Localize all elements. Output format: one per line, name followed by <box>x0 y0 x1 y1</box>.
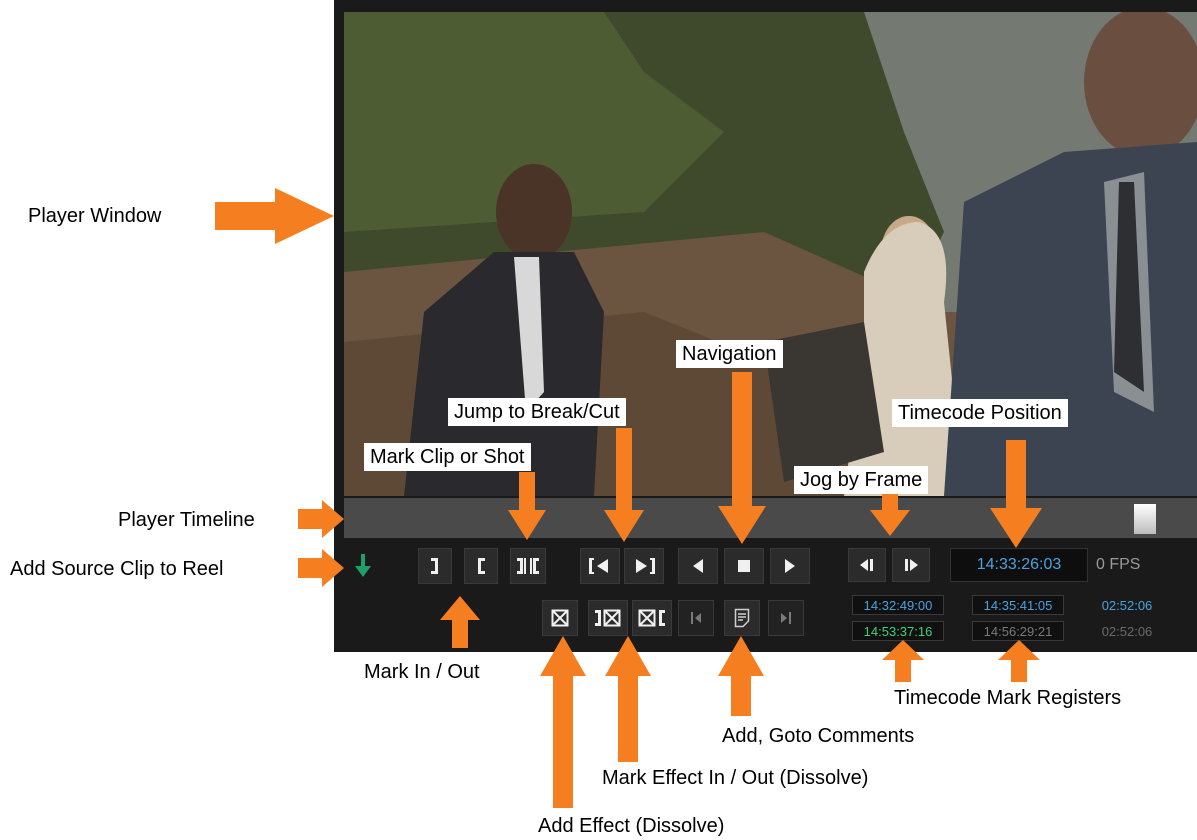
duration-readout-bottom: 02:52:06 <box>1101 623 1153 639</box>
previous-cut-button[interactable] <box>580 548 620 584</box>
timecode-position-display[interactable]: 14:33:26:03 <box>950 548 1088 582</box>
jog-back-button[interactable] <box>848 548 886 582</box>
add-source-clip-button[interactable] <box>348 548 378 584</box>
label-mark-effect-in-out: Mark Effect In / Out (Dissolve) <box>602 767 869 789</box>
play-icon <box>785 559 795 573</box>
player-window-arrow <box>215 188 334 244</box>
jog-forward-icon <box>905 559 918 571</box>
label-jog-by-frame: Jog by Frame <box>794 466 929 494</box>
effect-in-icon <box>595 609 621 627</box>
effect-in-button[interactable] <box>588 600 628 636</box>
label-player-timeline: Player Timeline <box>118 509 255 531</box>
bracket-right-icon <box>431 558 438 574</box>
label-navigation: Navigation <box>676 340 783 368</box>
previous-comment-button[interactable] <box>678 600 714 636</box>
mark-clip-icon <box>517 558 539 574</box>
add-effect-button[interactable] <box>542 600 578 636</box>
mark-in-register-top[interactable]: 14:32:49:00 <box>852 595 944 615</box>
fps-readout: 0 FPS <box>1096 556 1141 573</box>
player-panel: 14:33:26:03 0 FPS 14:32:49:00 14:53:37:1… <box>334 0 1197 652</box>
play-button[interactable] <box>770 548 810 584</box>
label-mark-clip-or-shot: Mark Clip or Shot <box>364 443 531 471</box>
down-arrow-icon <box>355 554 371 577</box>
label-add-effect: Add Effect (Dissolve) <box>538 815 725 837</box>
label-player-window: Player Window <box>28 205 162 227</box>
next-comment-icon <box>781 612 791 624</box>
label-timecode-mark-registers: Timecode Mark Registers <box>894 687 1122 709</box>
stop-button[interactable] <box>724 548 764 584</box>
jog-back-icon <box>860 559 873 571</box>
player-timeline[interactable] <box>344 498 1197 538</box>
next-cut-icon <box>636 558 655 574</box>
jog-forward-button[interactable] <box>892 548 930 582</box>
mark-out-register-top[interactable]: 14:35:41:05 <box>972 595 1064 615</box>
mark-in-button[interactable] <box>418 548 452 584</box>
mark-out-button[interactable] <box>464 548 498 584</box>
add-effect-icon <box>551 609 569 627</box>
previous-comment-icon <box>691 612 701 624</box>
mark-effect-arrow <box>605 636 651 762</box>
label-jump-to-break: Jump to Break/Cut <box>448 398 626 426</box>
mark-out-register-bottom[interactable]: 14:56:29:21 <box>972 621 1064 641</box>
effect-out-button[interactable] <box>632 600 672 636</box>
play-reverse-button[interactable] <box>678 548 718 584</box>
mark-clip-button[interactable] <box>510 548 546 584</box>
bracket-left-icon <box>478 558 485 574</box>
label-add-source-clip: Add Source Clip to Reel <box>10 558 224 580</box>
timeline-playhead[interactable] <box>1134 504 1156 534</box>
mark-in-register-bottom[interactable]: 14:53:37:16 <box>852 621 944 641</box>
comment-icon <box>734 608 750 628</box>
next-cut-button[interactable] <box>624 548 664 584</box>
stop-icon <box>738 560 750 572</box>
add-effect-arrow <box>540 636 586 808</box>
next-comment-button[interactable] <box>768 600 804 636</box>
play-reverse-icon <box>693 559 703 573</box>
label-add-goto-comments: Add, Goto Comments <box>722 725 915 747</box>
duration-readout-top: 02:52:06 <box>1101 597 1153 613</box>
effect-out-icon <box>638 609 665 627</box>
comment-button[interactable] <box>724 600 760 636</box>
previous-cut-icon <box>589 558 608 574</box>
label-timecode-position: Timecode Position <box>892 399 1068 427</box>
label-mark-in-out: Mark In / Out <box>364 661 480 683</box>
